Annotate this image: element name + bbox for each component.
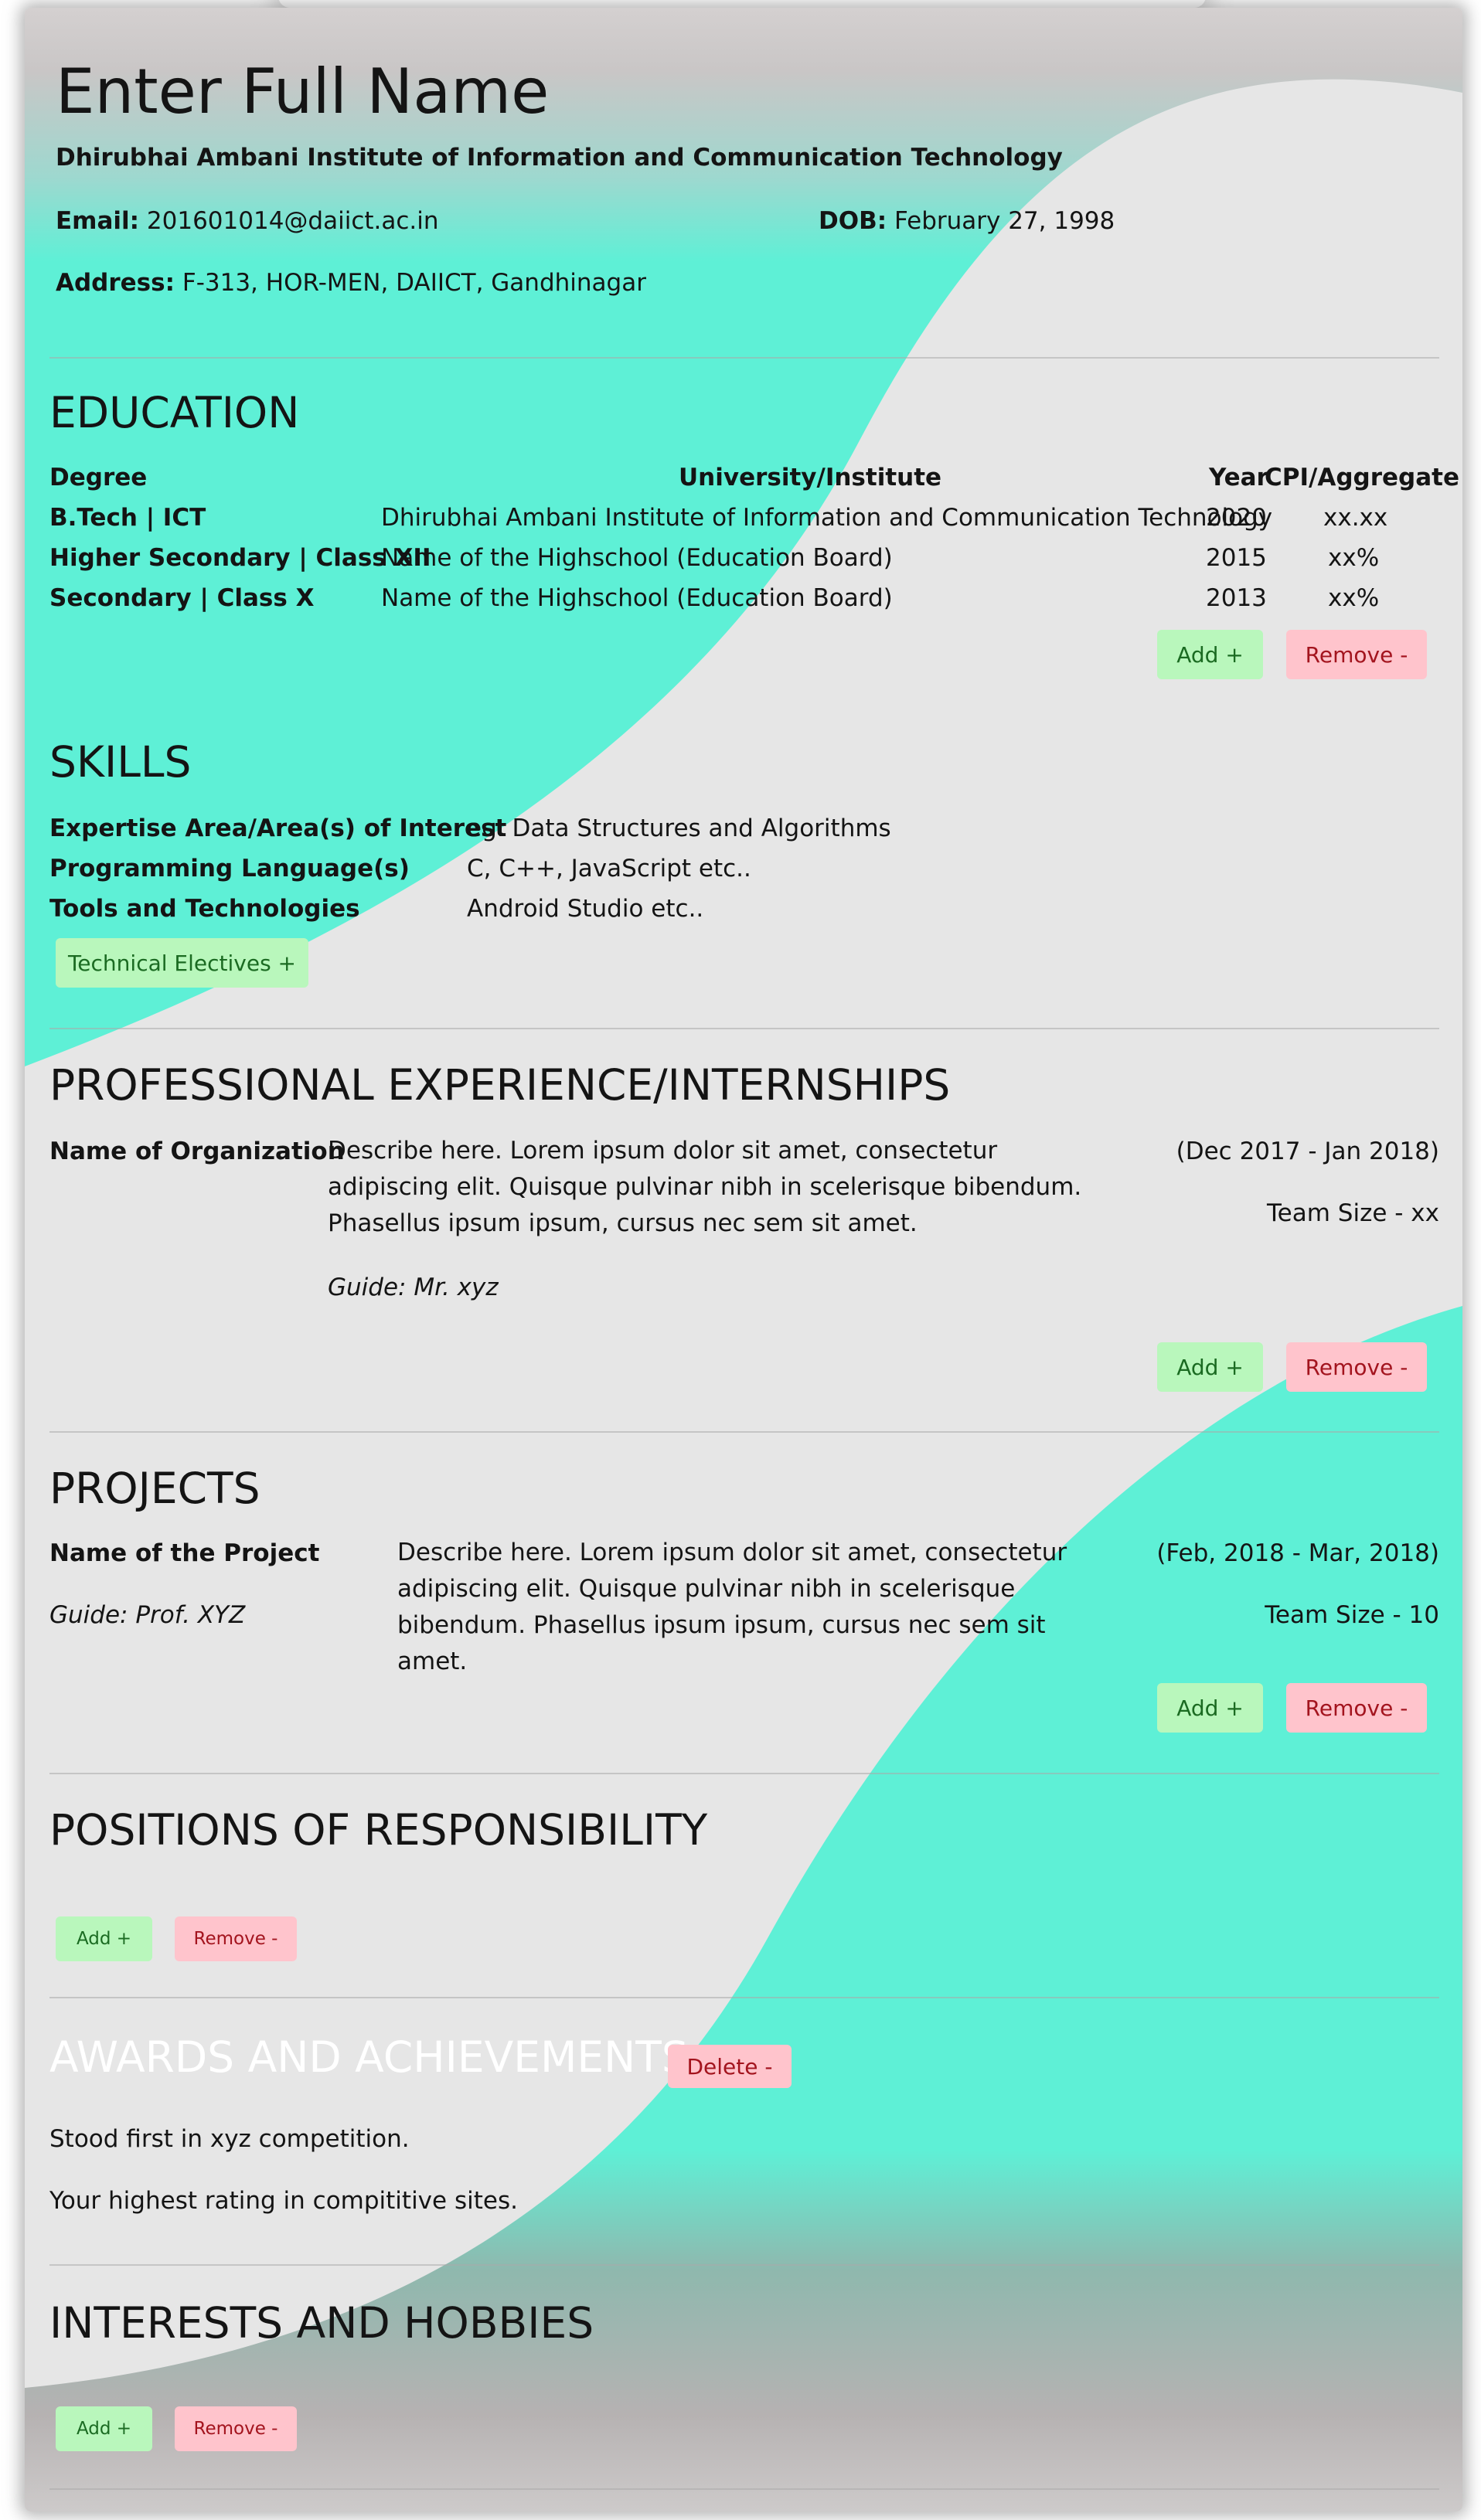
experience-guide[interactable]: Guide: Mr. xyz xyxy=(328,1274,499,1301)
edu-header-institute: University/Institute xyxy=(679,464,942,491)
project-team-size[interactable]: Team Size - 10 xyxy=(1265,1601,1439,1629)
skill-value[interactable]: Android Studio etc.. xyxy=(467,895,703,923)
edu-institute[interactable]: Name of the Highschool (Education Board) xyxy=(381,544,893,572)
top-shadow xyxy=(278,0,1206,8)
divider xyxy=(49,1997,1439,1998)
divider xyxy=(49,357,1439,359)
interests-add-button[interactable]: Add + xyxy=(56,2406,152,2451)
positions-add-button[interactable]: Add + xyxy=(56,1916,152,1961)
projects-remove-button[interactable]: Remove - xyxy=(1286,1683,1427,1733)
dob-value[interactable]: February 27, 1998 xyxy=(894,207,1115,235)
email-label: Email: xyxy=(56,207,140,235)
project-guide[interactable]: Guide: Prof. XYZ xyxy=(49,1601,245,1629)
edu-institute[interactable]: Dhirubhai Ambani Institute of Informatio… xyxy=(381,504,1272,532)
divider xyxy=(49,2264,1439,2266)
section-title-education: EDUCATION xyxy=(49,388,300,437)
skill-label[interactable]: Expertise Area/Area(s) of Interest xyxy=(49,814,506,842)
organization-name[interactable]: Name of Organization xyxy=(49,1138,345,1165)
address-label: Address: xyxy=(56,269,175,297)
experience-description[interactable]: Describe here. Lorem ipsum dolor sit ame… xyxy=(328,1133,1101,1242)
email-line: Email: 201601014@daiict.ac.in xyxy=(56,207,439,235)
dob-label: DOB: xyxy=(819,207,887,235)
experience-remove-button[interactable]: Remove - xyxy=(1286,1342,1427,1392)
education-add-button[interactable]: Add + xyxy=(1157,630,1263,679)
divider xyxy=(49,1028,1439,1029)
section-title-experience: PROFESSIONAL EXPERIENCE/INTERNSHIPS xyxy=(49,1060,951,1110)
edu-year[interactable]: 2020 xyxy=(1206,504,1267,532)
interests-remove-button[interactable]: Remove - xyxy=(175,2406,297,2451)
skill-label[interactable]: Tools and Technologies xyxy=(49,895,360,923)
section-title-projects: PROJECTS xyxy=(49,1464,260,1513)
edu-score[interactable]: xx% xyxy=(1328,584,1379,612)
edu-year[interactable]: 2015 xyxy=(1206,544,1267,572)
project-name[interactable]: Name of the Project xyxy=(49,1539,319,1567)
technical-electives-button[interactable]: Technical Electives + xyxy=(56,938,308,988)
experience-dates[interactable]: (Dec 2017 - Jan 2018) xyxy=(1176,1138,1439,1165)
address-value[interactable]: F-313, HOR-MEN, DAIICT, Gandhinagar xyxy=(182,269,646,297)
section-title-skills: SKILLS xyxy=(49,737,192,787)
full-name[interactable]: Enter Full Name xyxy=(56,56,549,128)
experience-team-size[interactable]: Team Size - xx xyxy=(1267,1199,1439,1227)
projects-add-button[interactable]: Add + xyxy=(1157,1683,1263,1733)
divider xyxy=(49,1773,1439,1774)
edu-header-score: CPI/Aggregate xyxy=(1265,464,1459,491)
divider xyxy=(49,1431,1439,1433)
skill-label[interactable]: Programming Language(s) xyxy=(49,855,410,883)
awards-delete-button[interactable]: Delete - xyxy=(668,2045,792,2088)
address-line: Address: F-313, HOR-MEN, DAIICT, Gandhin… xyxy=(56,269,646,297)
edu-degree[interactable]: Higher Secondary | Class XII xyxy=(49,544,431,572)
project-dates[interactable]: (Feb, 2018 - Mar, 2018) xyxy=(1156,1539,1439,1567)
edu-header-year: Year xyxy=(1209,464,1268,491)
divider xyxy=(49,2488,1439,2490)
edu-degree[interactable]: B.Tech | ICT xyxy=(49,504,206,532)
section-title-positions: POSITIONS OF RESPONSIBILITY xyxy=(49,1805,708,1855)
dob-line: DOB: February 27, 1998 xyxy=(819,207,1115,235)
experience-add-button[interactable]: Add + xyxy=(1157,1342,1263,1392)
section-title-awards: AWARDS AND ACHIEVEMENTS xyxy=(49,2032,689,2082)
award-item[interactable]: Your highest rating in compititive sites… xyxy=(49,2187,518,2215)
education-remove-button[interactable]: Remove - xyxy=(1286,630,1427,679)
edu-year[interactable]: 2013 xyxy=(1206,584,1267,612)
edu-score[interactable]: xx.xx xyxy=(1323,504,1387,532)
section-title-interests: INTERESTS AND HOBBIES xyxy=(49,2298,594,2348)
skill-value[interactable]: eg. Data Structures and Algorithms xyxy=(467,814,891,842)
positions-remove-button[interactable]: Remove - xyxy=(175,1916,297,1961)
award-item[interactable]: Stood first in xyz competition. xyxy=(49,2125,410,2153)
project-description[interactable]: Describe here. Lorem ipsum dolor sit ame… xyxy=(397,1535,1101,1680)
edu-score[interactable]: xx% xyxy=(1328,544,1379,572)
email-value[interactable]: 201601014@daiict.ac.in xyxy=(147,207,439,235)
institute-name[interactable]: Dhirubhai Ambani Institute of Informatio… xyxy=(56,144,1063,172)
edu-degree[interactable]: Secondary | Class X xyxy=(49,584,315,612)
skill-value[interactable]: C, C++, JavaScript etc.. xyxy=(467,855,751,883)
edu-header-degree: Degree xyxy=(49,464,148,491)
resume-page: Enter Full Name Dhirubhai Ambani Institu… xyxy=(25,8,1462,2511)
edu-institute[interactable]: Name of the Highschool (Education Board) xyxy=(381,584,893,612)
